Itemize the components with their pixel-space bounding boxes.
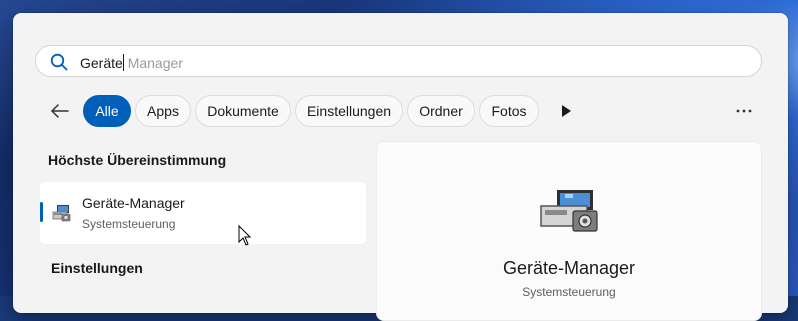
- selection-indicator: [40, 202, 43, 222]
- search-typed-text: Geräte: [80, 55, 123, 71]
- best-match-heading: Höchste Übereinstimmung: [48, 152, 227, 168]
- device-manager-icon: [540, 190, 598, 232]
- filter-chip-alle[interactable]: Alle: [83, 95, 131, 127]
- result-subtitle: Systemsteuerung: [82, 217, 176, 231]
- search-box[interactable]: Geräte Manager: [35, 45, 762, 77]
- back-arrow-icon[interactable]: [47, 99, 73, 123]
- filter-chip-ordner[interactable]: Ordner: [407, 95, 475, 127]
- best-match-result[interactable]: Geräte-Manager Systemsteuerung: [40, 182, 366, 244]
- preview-subtitle: Systemsteuerung: [522, 285, 616, 299]
- search-input[interactable]: Geräte Manager: [80, 54, 183, 71]
- filter-bar: Alle Apps Dokumente Einstellungen Ordner…: [13, 95, 788, 127]
- mouse-pointer-icon: [238, 225, 252, 246]
- play-icon[interactable]: [559, 104, 573, 118]
- settings-section-heading: Einstellungen: [51, 260, 143, 276]
- filter-chip-dokumente[interactable]: Dokumente: [195, 95, 291, 127]
- preview-title: Geräte-Manager: [502, 258, 636, 278]
- search-autocomplete-suggestion: Manager: [123, 55, 183, 71]
- search-icon: [50, 53, 68, 71]
- result-title: Geräte-Manager: [82, 195, 185, 211]
- start-search-panel: Geräte Manager Alle Apps Dokumente Einst…: [13, 13, 788, 321]
- filter-chip-apps[interactable]: Apps: [135, 95, 191, 127]
- preview-pane: Geräte-Manager Systemsteuerung: [376, 141, 762, 321]
- filter-chip-fotos[interactable]: Fotos: [479, 95, 539, 127]
- device-manager-icon: [52, 205, 71, 222]
- filter-chip-einstellungen[interactable]: Einstellungen: [295, 95, 403, 127]
- more-horizontal-icon[interactable]: [732, 101, 756, 121]
